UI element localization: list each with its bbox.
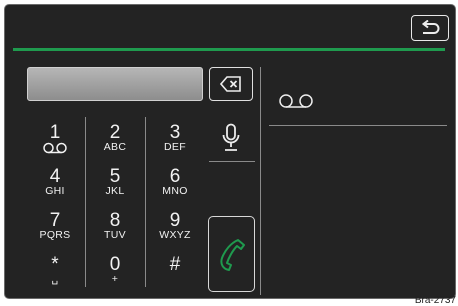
panel-divider (260, 67, 261, 295)
voicemail-icon[interactable] (277, 93, 317, 111)
key-letters: JKL (105, 185, 125, 197)
key-9[interactable]: 9 WXYZ (145, 205, 205, 249)
key-digit: 3 (169, 122, 181, 143)
key-digit: 5 (109, 166, 121, 187)
key-7[interactable]: 7 PQRS (25, 205, 85, 249)
voicemail-icon (43, 142, 67, 154)
key-letters: TUV (104, 229, 126, 241)
key-6[interactable]: 6 MNO (145, 161, 205, 205)
key-0[interactable]: 0 + (85, 249, 145, 293)
back-arrow-icon (421, 20, 440, 34)
list-divider (269, 125, 447, 126)
delete-button[interactable] (209, 67, 253, 101)
key-digit: * (51, 254, 59, 275)
key-letters: GHI (45, 185, 65, 197)
number-input[interactable] (27, 67, 203, 101)
phone-screen: 1 2 ABC 3 DEF 4 GHI 5 JKL 6 MNO 7 PQRS 8… (4, 4, 456, 299)
phone-handset-icon (219, 239, 245, 271)
key-digit: 6 (169, 166, 181, 187)
key-digit: # (169, 254, 181, 275)
key-1[interactable]: 1 (25, 117, 85, 161)
key-letters: + (111, 273, 119, 285)
key-digit: 8 (109, 210, 121, 231)
mic-divider (209, 161, 255, 162)
key-digit: 9 (169, 210, 181, 231)
key-2[interactable]: 2 ABC (85, 117, 145, 161)
key-letters: ␣ (51, 273, 59, 285)
header-divider (13, 48, 445, 51)
key-5[interactable]: 5 JKL (85, 161, 145, 205)
key-letters: MNO (162, 185, 188, 197)
backspace-icon (220, 76, 241, 92)
key-star[interactable]: * ␣ (25, 249, 85, 293)
key-letters: DEF (164, 141, 186, 153)
key-4[interactable]: 4 GHI (25, 161, 85, 205)
call-button[interactable] (208, 216, 255, 292)
microphone-icon (222, 123, 240, 151)
key-letters: ABC (103, 141, 127, 153)
key-letters: WXYZ (159, 229, 191, 241)
key-digit: 0 (109, 254, 121, 275)
key-digit: 4 (49, 166, 61, 187)
key-hash[interactable]: # (145, 249, 205, 293)
voice-input-button[interactable] (205, 117, 257, 159)
key-letters: PQRS (39, 229, 71, 241)
key-digit: 7 (49, 210, 61, 231)
key-3[interactable]: 3 DEF (145, 117, 205, 161)
back-button[interactable] (411, 15, 449, 41)
key-digit: 2 (109, 122, 121, 143)
key-8[interactable]: 8 TUV (85, 205, 145, 249)
key-digit: 1 (49, 122, 61, 143)
figure-label: Bra-2737 (414, 295, 456, 306)
